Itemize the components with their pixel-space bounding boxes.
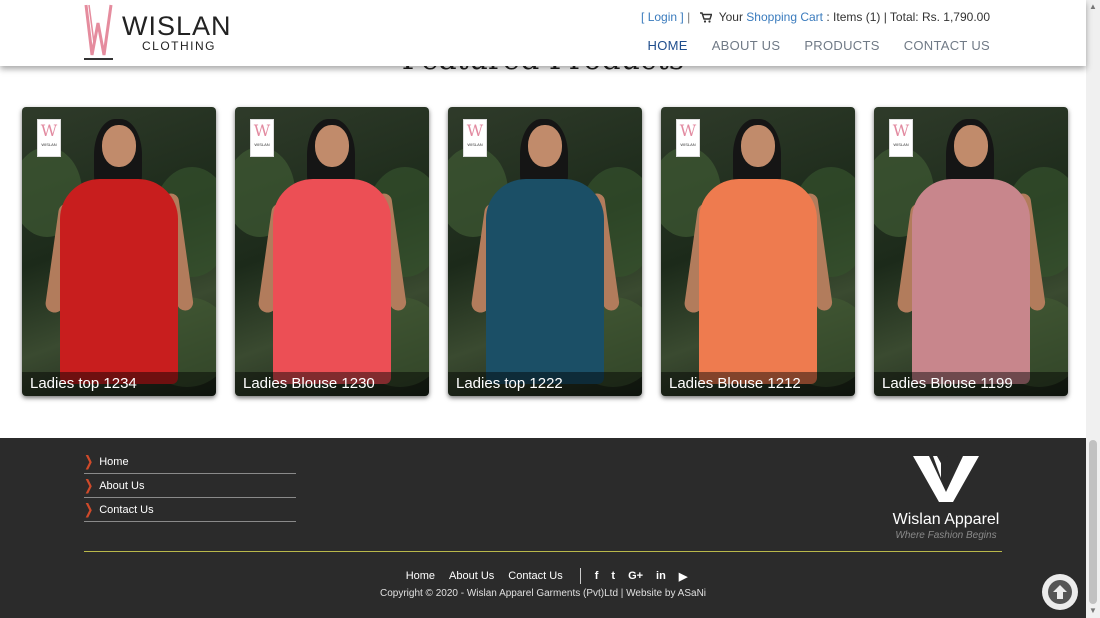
product-garment (912, 179, 1030, 384)
linkedin-icon[interactable]: in (656, 570, 666, 583)
login-link[interactable]: Login (648, 10, 677, 24)
site-header: WISLAN CLOTHING [ Login ] | Your Shoppin… (0, 0, 1086, 66)
chevron-right-icon: ❯ (84, 502, 94, 518)
featured-products-grid: W WISLAN Ladies top 1234 W WISLAN Ladies… (22, 107, 1068, 396)
footer-bottom-about-us[interactable]: About Us (449, 570, 494, 582)
footer-link-home[interactable]: ❯ Home (84, 450, 296, 474)
facebook-icon[interactable]: f (595, 570, 599, 583)
cart-prefix-text: Your (718, 10, 743, 24)
nav-home[interactable]: HOME (648, 38, 688, 53)
model-face (102, 125, 136, 167)
footer-link-contact-us[interactable]: ❯ Contact Us (84, 498, 296, 522)
wislan-badge-icon: W WISLAN (676, 119, 700, 157)
product-garment (486, 179, 604, 384)
footer-link-about-us[interactable]: ❯ About Us (84, 474, 296, 498)
chevron-right-icon: ❯ (84, 454, 94, 470)
model-face (315, 125, 349, 167)
badge-letter: W (466, 121, 484, 140)
footer-separator (579, 568, 581, 584)
w-logo-icon (84, 3, 113, 60)
wislan-badge-icon: W WISLAN (463, 119, 487, 157)
footer-brand-tagline: Where Fashion Begins (895, 530, 997, 541)
logo-sub-text: CLOTHING (142, 39, 217, 53)
footer-divider (84, 551, 1002, 552)
footer-link-list: ❯ Home ❯ About Us ❯ Contact Us (84, 450, 296, 522)
shopping-cart-link[interactable]: Shopping Cart (746, 10, 823, 24)
footer-link-label: Contact Us (99, 503, 154, 516)
wislan-logo[interactable]: WISLAN CLOTHING (84, 3, 244, 61)
badge-letter: W (679, 121, 697, 140)
copyright-text: Copyright © 2020 - Wislan Apparel Garmen… (379, 588, 707, 599)
model-face (741, 125, 775, 167)
product-garment (699, 179, 817, 384)
wislan-badge-icon: W WISLAN (889, 119, 913, 157)
model-face (954, 125, 988, 167)
scrollbar-thumb[interactable] (1089, 440, 1097, 604)
badge-text: WISLAN (893, 142, 909, 147)
nav-products[interactable]: PRODUCTS (804, 38, 879, 53)
cart-summary: : Items (1) | Total: Rs. 1,790.00 (826, 10, 990, 24)
badge-letter: W (40, 121, 58, 140)
page-scrollbar[interactable]: ▲ ▼ (1086, 0, 1100, 618)
scroll-down-arrow-icon[interactable]: ▼ (1089, 606, 1097, 615)
arrow-up-icon (1048, 580, 1072, 604)
wislan-apparel-mark-icon (913, 456, 979, 502)
topbar-divider: | (687, 10, 691, 24)
footer-bottom-bar: Home About Us Contact Us f t G+ in ▶ (0, 568, 1086, 584)
badge-text: WISLAN (254, 142, 270, 147)
wislan-apparel-logo: Wislan Apparel Where Fashion Begins (886, 454, 1006, 541)
product-card[interactable]: W WISLAN Ladies Blouse 1212 (661, 107, 855, 396)
badge-letter: W (253, 121, 271, 140)
product-garment (60, 179, 178, 384)
shopping-cart-icon[interactable] (699, 12, 713, 26)
product-name: Ladies Blouse 1230 (235, 372, 429, 396)
badge-text: WISLAN (41, 142, 57, 147)
scroll-up-arrow-icon[interactable]: ▲ (1089, 2, 1097, 11)
nav-contact-us[interactable]: CONTACT US (904, 38, 990, 53)
logo-brand-text: WISLAN (122, 11, 232, 41)
product-name: Ladies top 1234 (22, 372, 216, 396)
wislan-badge-icon: W WISLAN (250, 119, 274, 157)
google-plus-icon[interactable]: G+ (628, 570, 643, 583)
badge-text: WISLAN (680, 142, 696, 147)
wislan-badge-icon: W WISLAN (37, 119, 61, 157)
footer-brand-name: Wislan Apparel (892, 511, 1000, 528)
model-face (528, 125, 562, 167)
social-links: f t G+ in ▶ (595, 570, 688, 583)
product-card[interactable]: W WISLAN Ladies top 1234 (22, 107, 216, 396)
footer-link-label: About Us (99, 479, 145, 492)
badge-letter: W (892, 121, 910, 140)
badge-text: WISLAN (467, 142, 483, 147)
product-name: Ladies Blouse 1212 (661, 372, 855, 396)
main-nav: HOME ABOUT US PRODUCTS CONTACT US (648, 38, 991, 53)
twitter-icon[interactable]: t (611, 570, 615, 583)
account-bar: [ Login ] | Your Shopping Cart : Items (… (641, 10, 990, 26)
product-card[interactable]: W WISLAN Ladies Blouse 1199 (874, 107, 1068, 396)
scroll-to-top-button[interactable] (1042, 574, 1078, 610)
youtube-icon[interactable]: ▶ (679, 570, 687, 583)
footer-bottom-home[interactable]: Home (406, 570, 435, 582)
product-garment (273, 179, 391, 384)
product-card[interactable]: W WISLAN Ladies top 1222 (448, 107, 642, 396)
footer-link-label: Home (99, 455, 129, 468)
login-bracket-open: [ (641, 10, 645, 24)
product-name: Ladies Blouse 1199 (874, 372, 1068, 396)
site-footer: ❯ Home ❯ About Us ❯ Contact Us Wislan Ap… (0, 438, 1086, 618)
chevron-right-icon: ❯ (84, 478, 94, 494)
product-card[interactable]: W WISLAN Ladies Blouse 1230 (235, 107, 429, 396)
product-name: Ladies top 1222 (448, 372, 642, 396)
login-bracket-close: ] (680, 10, 684, 24)
nav-about-us[interactable]: ABOUT US (712, 38, 781, 53)
footer-bottom-contact-us[interactable]: Contact Us (508, 570, 562, 582)
